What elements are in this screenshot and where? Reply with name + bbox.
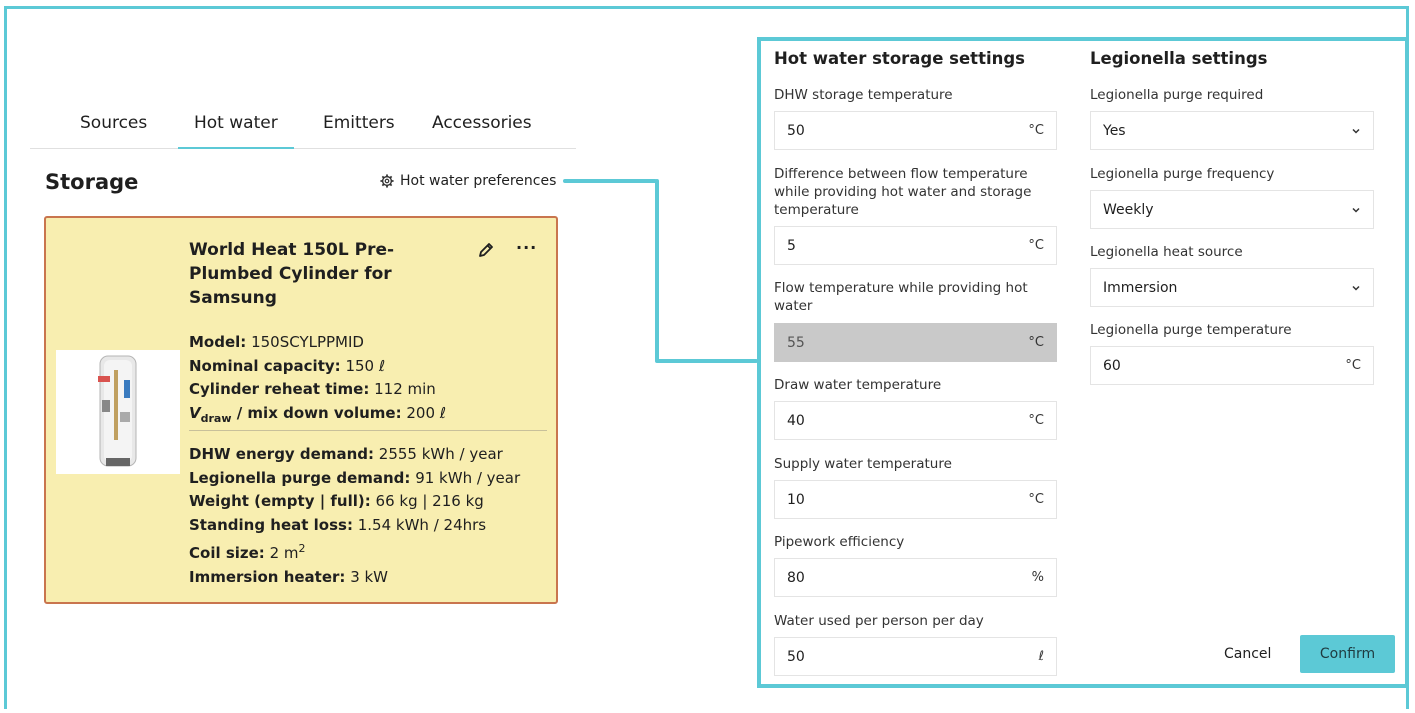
pipework-efficiency-label: Pipework efficiency [774, 534, 905, 550]
spec-legionella-demand: Legionella purge demand: 91 kWh / year [189, 468, 521, 487]
draw-water-temp-input[interactable]: 40 °C [774, 401, 1057, 440]
tab-sources[interactable]: Sources [80, 113, 147, 149]
flow-temp-field: 55 °C [774, 323, 1057, 362]
chevron-down-icon [1352, 128, 1360, 134]
tab-hot-water[interactable]: Hot water [178, 113, 294, 149]
dhw-storage-temp-label: DHW storage temperature [774, 87, 953, 103]
card-title: World Heat 150L Pre-Plumbed Cylinder for… [189, 240, 395, 308]
purge-frequency-select[interactable]: Weekly [1090, 190, 1374, 229]
connector-line [655, 179, 659, 362]
preferences-label: Hot water preferences [400, 173, 557, 189]
spec-reheat: Cylinder reheat time: 112 min [189, 380, 436, 398]
more-options-icon[interactable]: ··· [516, 238, 537, 257]
tab-bar: Sources Hot water Emitters Accessories [30, 109, 576, 149]
tab-emitters[interactable]: Emitters [323, 113, 395, 149]
pipework-efficiency-input[interactable]: 80% [774, 558, 1057, 597]
spec-immersion: Immersion heater: 3 kW [189, 567, 389, 586]
purge-required-select[interactable]: Yes [1090, 111, 1374, 150]
connector-line [655, 359, 758, 363]
pencil-icon[interactable] [476, 240, 496, 260]
cylinder-card[interactable]: World Heat 150L Pre-Plumbed Cylinder for… [44, 216, 558, 604]
gear-icon [380, 174, 394, 188]
connector-line [563, 179, 657, 183]
settings-panel: Hot water storage settings Legionella se… [757, 37, 1409, 688]
hot-water-preferences-link[interactable]: Hot water preferences [380, 173, 556, 189]
draw-water-temp-label: Draw water temperature [774, 377, 942, 393]
section-title: Storage [45, 170, 139, 194]
flow-temp-label: Flow temperature while providing hot wat… [774, 280, 1028, 314]
spec-vdraw: Vdraw / mix down volume: 200 ℓ [189, 403, 446, 425]
purge-required-label: Legionella purge required [1090, 87, 1264, 103]
heat-source-select[interactable]: Immersion [1090, 268, 1374, 307]
legionella-settings-title: Legionella settings [1090, 49, 1268, 68]
specs-secondary: DHW energy demand: 2555 kWh / year Legio… [189, 443, 520, 589]
temp-difference-input[interactable]: 5 °C [774, 226, 1057, 265]
water-per-person-label: Water used per person per day [774, 613, 984, 629]
purge-temperature-label: Legionella purge temperature [1090, 322, 1292, 338]
supply-water-temp-input[interactable]: 10 °C [774, 480, 1057, 519]
tab-accessories[interactable]: Accessories [432, 113, 532, 149]
spec-weight: Weight (empty | full): 66 kg | 216 kg [189, 492, 484, 510]
spec-heat-loss: Standing heat loss: 1.54 kWh / 24hrs [189, 515, 487, 534]
heat-source-label: Legionella heat source [1090, 244, 1243, 260]
spec-coil-size: Coil size: 2 m2 [189, 542, 306, 562]
dhw-storage-temp-input[interactable]: 50 °C [774, 111, 1057, 150]
specs-primary: Model: 150SCYLPPMID Nominal capacity: 15… [189, 331, 446, 430]
spec-capacity: Nominal capacity: 150 ℓ [189, 356, 386, 375]
confirm-button[interactable]: Confirm [1300, 635, 1395, 673]
chevron-down-icon [1352, 207, 1360, 213]
divider [189, 430, 547, 431]
cancel-button[interactable]: Cancel [1224, 646, 1271, 662]
purge-frequency-label: Legionella purge frequency [1090, 166, 1275, 182]
hot-water-settings-title: Hot water storage settings [774, 49, 1025, 68]
temp-difference-label: Difference between flow temperature whil… [774, 166, 1032, 218]
cylinder-image [56, 350, 180, 474]
purge-temperature-input[interactable]: 60 °C [1090, 346, 1374, 385]
chevron-down-icon [1352, 285, 1360, 291]
spec-dhw-demand: DHW energy demand: 2555 kWh / year [189, 445, 503, 463]
spec-model: Model: 150SCYLPPMID [189, 333, 364, 351]
water-per-person-input[interactable]: 50 ℓ [774, 637, 1057, 676]
supply-water-temp-label: Supply water temperature [774, 456, 952, 472]
